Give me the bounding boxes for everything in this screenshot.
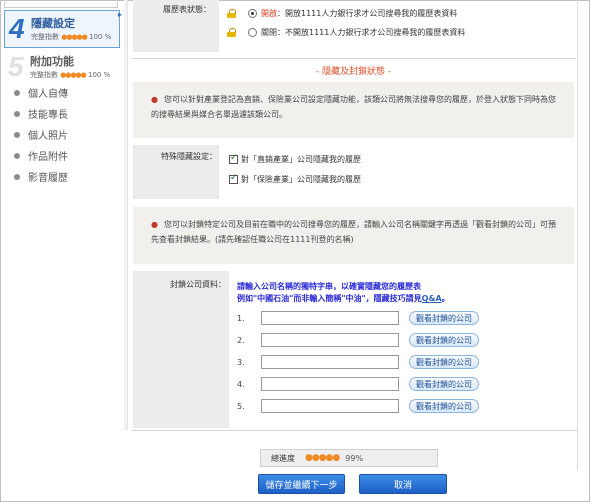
cancel-button[interactable]: 取消 (359, 474, 447, 494)
visibility-open-radio[interactable] (248, 9, 257, 18)
step-title: 附加功能 (30, 55, 74, 68)
company-name-input[interactable] (261, 333, 399, 347)
entry-index: 5. (237, 401, 245, 411)
block-entry: 3. 觀看封鎖的公司 (237, 354, 479, 370)
save-and-continue-button[interactable]: 儲存並繼續下一步 (258, 474, 345, 494)
block-entry: 4. 觀看封鎖的公司 (237, 376, 479, 392)
block-companies-label: 封鎖公司資料： (133, 271, 229, 428)
content-bottom-rule (131, 430, 578, 431)
completeness-dots-icon: ●●●●● (60, 71, 87, 79)
company-name-input[interactable] (261, 311, 399, 325)
entry-index: 1. (237, 313, 245, 323)
hide-insurance-checkbox[interactable] (229, 173, 238, 184)
hint-line-1: 請輸入公司名稱的獨特字串，以確實隱藏您的履歷表 (237, 282, 421, 291)
view-blocked-companies-button[interactable]: 觀看封鎖的公司 (409, 333, 479, 347)
view-blocked-companies-button[interactable]: 觀看封鎖的公司 (409, 399, 479, 413)
lock-icon (227, 9, 236, 18)
option-label: 對「保險產業」公司隱藏我的履歷 (241, 175, 361, 184)
lock-icon (227, 28, 236, 37)
company-name-input[interactable] (261, 377, 399, 391)
entry-index: 3. (237, 357, 245, 367)
open-label: 開啟 (261, 9, 277, 18)
sidebar-item-label: 個人自傳 (28, 89, 68, 100)
progress-percent: 99% (345, 453, 364, 463)
bullet-icon: ● (151, 220, 158, 229)
open-description: ：開放1111人力銀行求才公司搜尋我的履歷表資料 (277, 9, 458, 18)
sidebar: 4 隱藏設定 完整指數 ●●●●● 100 % 5 附加功能 完整指數 ●●●●… (3, 2, 125, 500)
main-content: 履歷表狀態： 開啟 ：開放1111人力銀行求才公司搜尋我的履歷表資料 關閉 ：不… (131, 0, 578, 430)
completeness-dots-icon: ●●●●● (61, 33, 88, 41)
qa-link[interactable]: Q&A (422, 294, 442, 303)
hide-insurance-option[interactable]: 對「保險產業」公司隱藏我的履歷 (229, 173, 361, 185)
bullet-icon (14, 173, 20, 180)
entry-index: 4. (237, 379, 245, 389)
close-label: 關閉 (261, 28, 277, 37)
hide-direct-sales-option[interactable]: 對「直銷產業」公司隱藏我的履歷 (229, 153, 361, 165)
completeness-label: 完整指數 (31, 33, 59, 41)
company-name-input[interactable] (261, 355, 399, 369)
step-completeness: 完整指數 ●●●●● 100 % (30, 70, 110, 80)
info-text: 您可以針對產業登記為直銷、保險業公司設定隱藏功能，該類公司將無法搜尋您的履歷，於… (151, 95, 556, 119)
hint-line-2: 例如"中國石油"而非輸入簡稱"中油"，隱藏技巧請見Q&A。 (237, 293, 450, 305)
sidebar-item-label: 影音履歷 (28, 173, 68, 184)
progress-label: 總進度 (271, 453, 295, 463)
info-text: 您可以封鎖特定公司及目前在職中的公司搜尋您的履歷，請輸入公司名稱關鍵字再透過「觀… (151, 220, 556, 244)
sidebar-divider (124, 0, 128, 430)
step-number: 4 (9, 13, 25, 44)
visibility-close-option[interactable]: 關閉 ：不開放1111人力銀行求才公司搜尋我的履歷表資料 (227, 27, 465, 38)
bullet-icon (14, 152, 20, 159)
step-hidden-settings[interactable]: 4 隱藏設定 完整指數 ●●●●● 100 % (4, 10, 120, 48)
info-box-industry: ● 您可以針對產業登記為直銷、保險業公司設定隱藏功能，該類公司將無法搜尋您的履歷，… (133, 82, 574, 138)
previous-step-stub (4, 2, 118, 8)
sidebar-item-autobiography[interactable]: 個人自傳 (4, 82, 120, 103)
view-blocked-companies-button[interactable]: 觀看封鎖的公司 (409, 355, 479, 369)
special-hide-row: 特殊隱藏設定： 對「直銷產業」公司隱藏我的履歷 對「保險產業」公司隱藏我的履歷 (133, 145, 574, 199)
sidebar-item-video-resume[interactable]: 影音履歷 (4, 166, 120, 187)
sidebar-item-label: 個人照片 (28, 131, 68, 142)
visibility-close-radio[interactable] (248, 28, 257, 37)
visibility-open-option[interactable]: 開啟 ：開放1111人力銀行求才公司搜尋我的履歷表資料 (227, 8, 457, 19)
hide-direct-sales-checkbox[interactable] (229, 153, 238, 164)
step-number: 5 (8, 51, 24, 82)
option-label: 對「直銷產業」公司隱藏我的履歷 (241, 155, 361, 164)
visibility-label: 履歷表狀態： (133, 0, 219, 52)
section-divider (131, 58, 576, 59)
bullet-icon (14, 131, 20, 138)
special-hide-label: 特殊隱藏設定： (133, 145, 219, 199)
progress-dots-icon: ●●●●● (305, 453, 340, 463)
company-name-input[interactable] (261, 399, 399, 413)
block-entry: 1. 觀看封鎖的公司 (237, 310, 479, 326)
hint-text: 例如"中國石油"而非輸入簡稱"中油"，隱藏技巧請見 (237, 294, 422, 303)
block-hint: 請輸入公司名稱的獨特字串，以確實隱藏您的履歷表 例如"中國石油"而非輸入簡稱"中… (237, 281, 450, 305)
hint-period: 。 (441, 294, 450, 303)
sidebar-item-label: 作品附件 (28, 152, 68, 163)
sidebar-item-label: 技能專長 (28, 110, 68, 121)
sidebar-item-portfolio[interactable]: 作品附件 (4, 145, 120, 166)
bullet-icon (14, 110, 20, 117)
entry-index: 2. (237, 335, 245, 345)
sub-navigation: 個人自傳 技能專長 個人照片 作品附件 影音履歷 (4, 82, 120, 187)
completeness-label: 完整指數 (30, 71, 58, 79)
bullet-icon: ● (151, 95, 158, 104)
overall-progress: 總進度 ●●●●● 99% (260, 449, 438, 467)
bullet-icon (14, 89, 20, 96)
completeness-percent: 100 % (88, 71, 111, 79)
sidebar-item-skills[interactable]: 技能專長 (4, 103, 120, 124)
completeness-percent: 100 % (89, 33, 112, 41)
view-blocked-companies-button[interactable]: 觀看封鎖的公司 (409, 311, 479, 325)
resume-visibility-row: 履歷表狀態： 開啟 ：開放1111人力銀行求才公司搜尋我的履歷表資料 關閉 ：不… (133, 0, 574, 52)
sidebar-item-photos[interactable]: 個人照片 (4, 124, 120, 145)
block-entry: 2. 觀看封鎖的公司 (237, 332, 479, 348)
active-step-arrow-icon: ▸ (118, 10, 123, 19)
info-box-block-companies: ● 您可以封鎖特定公司及目前在職中的公司搜尋您的履歷，請輸入公司名稱關鍵字再透過「… (133, 207, 574, 264)
step-title: 隱藏設定 (31, 17, 75, 30)
block-companies-row: 封鎖公司資料： 請輸入公司名稱的獨特字串，以確實隱藏您的履歷表 例如"中國石油"… (133, 271, 574, 428)
view-blocked-companies-button[interactable]: 觀看封鎖的公司 (409, 377, 479, 391)
close-description: ：不開放1111人力銀行求才公司搜尋我的履歷表資料 (277, 28, 466, 37)
section-title: - 隱藏及封鎖狀態 - (315, 67, 392, 77)
block-entry: 5. 觀看封鎖的公司 (237, 398, 479, 414)
step-completeness: 完整指數 ●●●●● 100 % (31, 32, 111, 42)
